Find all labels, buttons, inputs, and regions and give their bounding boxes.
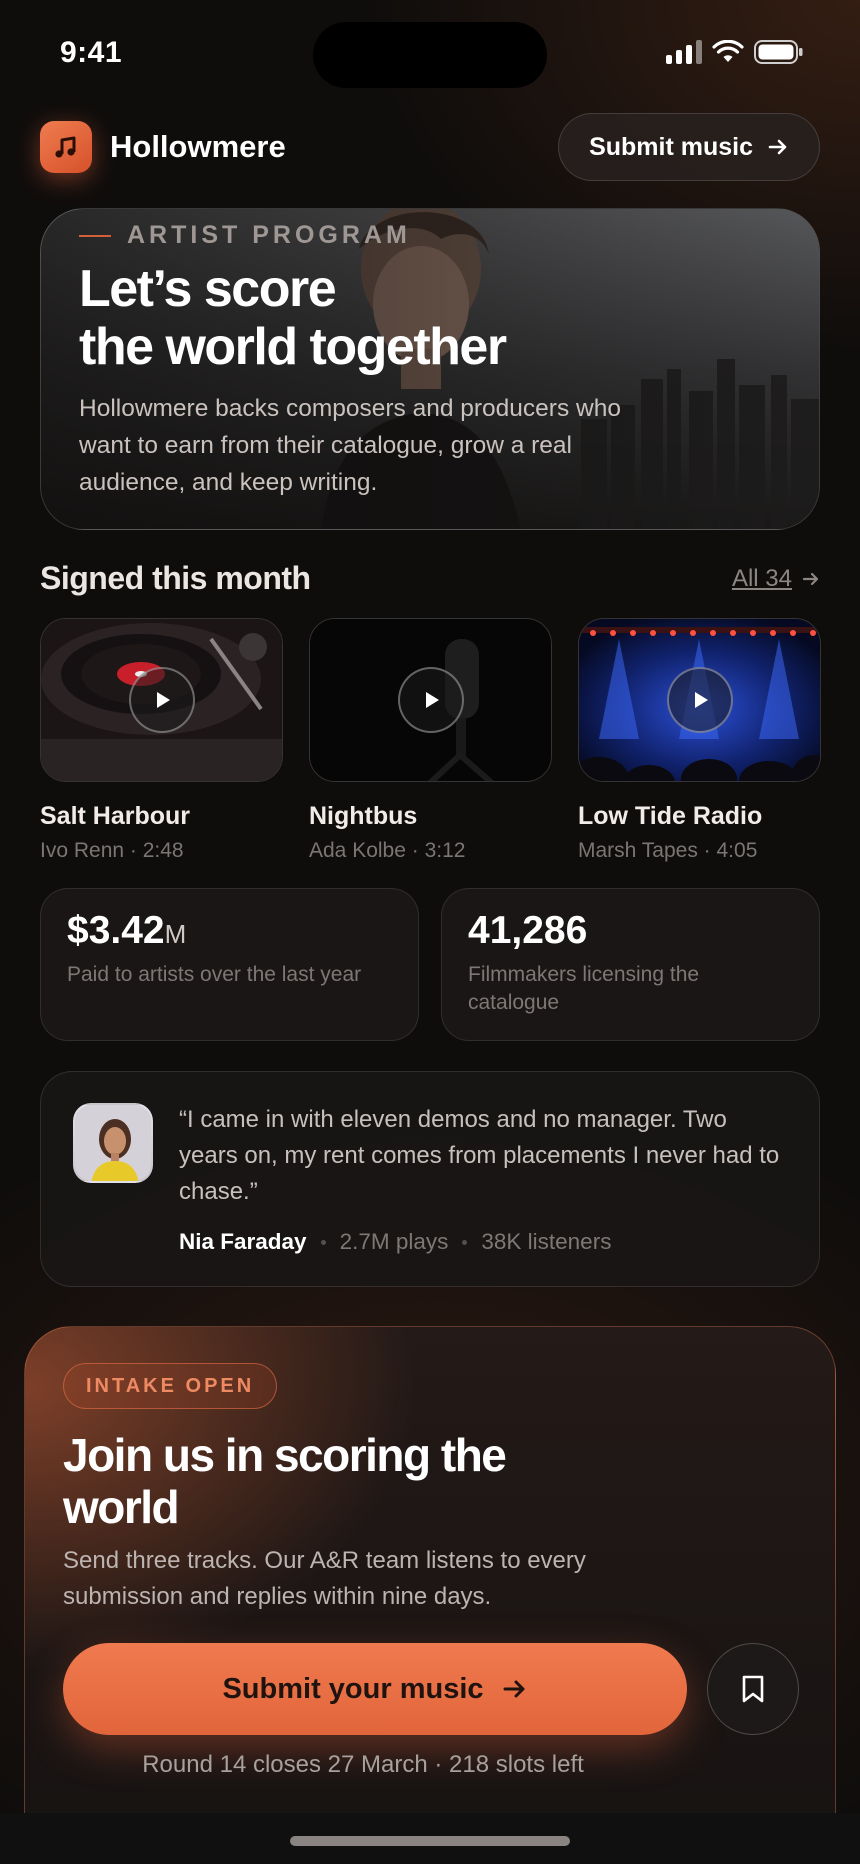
arrow-right-icon (503, 1680, 525, 1698)
dynamic-island (313, 22, 547, 88)
testimonial-listeners: 38K listeners (481, 1229, 612, 1254)
testimonial-plays: 2.7M plays (339, 1229, 449, 1254)
intake-cta-card: INTAKE OPEN Join us in scoring the world… (24, 1326, 836, 1864)
testimonial-card: “I came in with eleven demos and no mana… (40, 1071, 820, 1287)
submit-your-music-button[interactable]: Submit your music (63, 1643, 687, 1735)
track-thumbnail (578, 618, 821, 782)
signed-section-header: Signed this month All 34 (40, 560, 820, 597)
track-title: Nightbus (309, 802, 418, 830)
play-icon (694, 692, 708, 708)
play-button[interactable] (128, 667, 195, 733)
bookmark-icon (742, 1675, 764, 1703)
track-title: Low Tide Radio (578, 802, 763, 830)
track-meta: Ada Kolbe · 3:12 (309, 839, 466, 862)
brand-name: Hollowmere (110, 129, 286, 164)
stat-label: Filmmakers licensing the catalogue (468, 963, 700, 1014)
play-icon (156, 692, 170, 708)
status-icons (666, 40, 804, 64)
cellular-signal-icon (666, 40, 702, 64)
stat-value: 41,286 (468, 909, 588, 952)
hero-eyebrow-text: ARTIST PROGRAM (127, 221, 411, 249)
play-button[interactable] (666, 667, 733, 733)
status-bar: 9:41 (0, 0, 860, 110)
hero-title: Let’s score the world together (79, 260, 779, 376)
separator-dot (462, 1239, 468, 1245)
avatar (73, 1103, 153, 1183)
stat-card-filmmakers: 41,286 Filmmakers licensing the catalogu… (441, 888, 820, 1041)
hero-eyebrow: ARTIST PROGRAM (79, 221, 779, 250)
track-meta: Ivo Renn · 2:48 (40, 839, 184, 862)
hero-body: Hollowmere backs composers and producers… (79, 395, 621, 496)
track-card[interactable]: Low Tide Radio Marsh Tapes · 4:05 (578, 618, 821, 863)
wifi-icon (712, 40, 744, 62)
home-indicator[interactable] (290, 1836, 570, 1846)
track-title: Salt Harbour (40, 802, 191, 830)
submit-your-music-label: Submit your music (222, 1672, 484, 1705)
battery-icon (754, 40, 803, 64)
bookmark-button[interactable] (707, 1643, 799, 1735)
cta-title: Join us in scoring the world (63, 1429, 507, 1533)
arrow-right-icon (768, 139, 787, 155)
all-tracks-label: All 34 (731, 564, 792, 592)
music-note-icon (40, 121, 92, 173)
track-thumbnail (309, 618, 552, 782)
hero-title-line1: Let’s score (79, 260, 337, 318)
eyebrow-line (79, 234, 111, 237)
testimonial-quote: “I came in with eleven demos and no mana… (179, 1106, 780, 1205)
intake-open-badge: INTAKE OPEN (63, 1363, 278, 1409)
play-button[interactable] (397, 667, 464, 733)
track-meta: Marsh Tapes · 4:05 (578, 839, 758, 862)
testimonial-attribution: Nia Faraday 2.7M plays 38K listeners (179, 1229, 611, 1255)
stat-label: Paid to artists over the last year (67, 963, 362, 986)
separator-dot (320, 1239, 326, 1245)
testimonial-name: Nia Faraday (179, 1229, 307, 1254)
track-list: Salt Harbour Ivo Renn · 2:48 Nightbus Ad… (40, 618, 821, 863)
stats-row: $3.42M Paid to artists over the last yea… (40, 888, 820, 1041)
all-tracks-link[interactable]: All 34 (732, 565, 820, 593)
stat-card-paid: $3.42M Paid to artists over the last yea… (40, 888, 419, 1041)
cta-body: Send three tracks. Our A&R team listens … (63, 1547, 586, 1610)
play-icon (425, 692, 439, 708)
submit-music-button[interactable]: Submit music (558, 113, 820, 181)
brand[interactable]: Hollowmere (40, 121, 286, 173)
app-header: Hollowmere Submit music (40, 112, 820, 182)
signed-section-title: Signed this month (40, 560, 311, 596)
arrow-right-icon (802, 572, 819, 585)
stat-unit: M (164, 919, 187, 949)
track-thumbnail (40, 618, 283, 782)
hero-content: ARTIST PROGRAM Let’s score the world tog… (79, 221, 779, 501)
hero-card: ARTIST PROGRAM Let’s score the world tog… (40, 208, 820, 530)
stat-value: $3.42M (67, 909, 187, 952)
track-card[interactable]: Nightbus Ada Kolbe · 3:12 (309, 618, 552, 863)
status-time: 9:41 (60, 36, 123, 69)
cta-footnote: Round 14 closes 27 March · 218 slots lef… (142, 1751, 584, 1778)
hero-title-line2: the world together (79, 318, 507, 376)
submit-music-label: Submit music (589, 132, 753, 161)
track-card[interactable]: Salt Harbour Ivo Renn · 2:48 (40, 618, 283, 863)
